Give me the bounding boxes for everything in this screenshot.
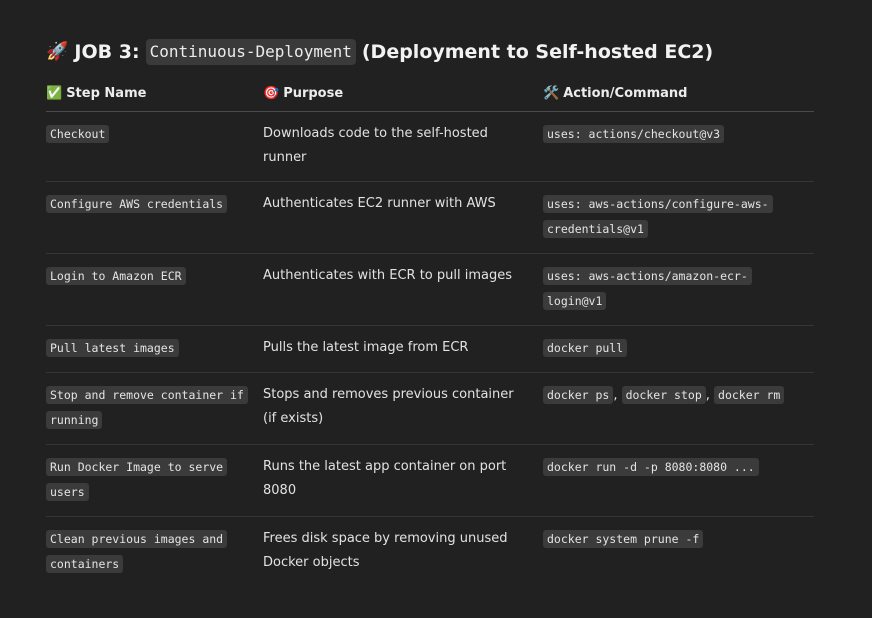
heading-prefix: JOB 3:: [74, 41, 140, 63]
step-name-cell: Checkout: [46, 111, 263, 182]
action-code: docker pull: [543, 339, 628, 357]
action-code: docker stop: [621, 386, 706, 404]
purpose-cell: Downloads code to the self-hosted runner: [263, 111, 543, 182]
action-separator: ,: [705, 388, 715, 403]
table-row: Clean previous images and containers Free…: [46, 517, 814, 589]
action-code: docker run -d -p 8080:8080 ...: [543, 458, 759, 476]
target-icon: 🎯: [263, 86, 280, 101]
step-name-code: Run Docker Image to serve users: [46, 458, 228, 501]
action-code: docker rm: [714, 386, 785, 404]
document-content: 🚀 JOB 3: Continuous-Deployment (Deployme…: [46, 38, 814, 588]
step-name-cell: Login to Amazon ECR: [46, 253, 263, 326]
action-code: uses: aws-actions/configure-aws-credenti…: [543, 195, 773, 238]
action-cell: uses: aws-actions/configure-aws-credenti…: [543, 181, 814, 254]
step-name-code: Checkout: [46, 125, 110, 143]
heading-suffix: (Deployment to Self-hosted EC2): [361, 41, 714, 63]
purpose-cell: Authenticates with ECR to pull images: [263, 253, 543, 326]
table-row: Login to Amazon ECR Authenticates with EC…: [46, 253, 814, 326]
table-row: Run Docker Image to serve users Runs the …: [46, 444, 814, 517]
action-code: uses: aws-actions/amazon-ecr-login@v1: [543, 267, 752, 310]
table-header-row: ✅ Step Name 🎯 Purpose 🛠️ Action/Command: [46, 78, 814, 112]
heading-code: Continuous-Deployment: [145, 39, 356, 65]
action-code: docker ps: [543, 386, 614, 404]
step-name-code: Stop and remove container if running: [46, 386, 248, 429]
rocket-icon: 🚀: [46, 41, 69, 62]
step-name-cell: Clean previous images and containers: [46, 517, 263, 589]
header-step-name: ✅ Step Name: [46, 78, 263, 112]
step-name-code: Clean previous images and containers: [46, 530, 228, 573]
step-name-code: Login to Amazon ECR: [46, 267, 186, 285]
action-cell: uses: aws-actions/amazon-ecr-login@v1: [543, 253, 814, 326]
action-cell: uses: actions/checkout@v3: [543, 111, 814, 182]
header-action-command: 🛠️ Action/Command: [543, 78, 814, 112]
table-row: Checkout Downloads code to the self-hoste…: [46, 111, 814, 182]
step-name-cell: Pull latest images: [46, 325, 263, 373]
table-row: Stop and remove container if running Stop…: [46, 372, 814, 445]
steps-table: ✅ Step Name 🎯 Purpose 🛠️ Action/Command Che…: [46, 78, 814, 588]
step-name-cell: Stop and remove container if running: [46, 372, 263, 445]
step-name-cell: Run Docker Image to serve users: [46, 444, 263, 517]
action-cell: docker run -d -p 8080:8080 ...: [543, 444, 814, 517]
tools-icon: 🛠️: [543, 86, 560, 101]
table-row: Pull latest images Pulls the latest image…: [46, 325, 814, 373]
purpose-cell: Stops and removes previous container (if…: [263, 372, 543, 445]
purpose-cell: Runs the latest app container on port 80…: [263, 444, 543, 517]
purpose-cell: Pulls the latest image from ECR: [263, 325, 543, 373]
purpose-cell: Frees disk space by removing unused Dock…: [263, 531, 508, 570]
action-cell: docker system prune -f: [543, 517, 814, 589]
check-mark-icon: ✅: [46, 86, 63, 101]
step-name-cell: Configure AWS credentials: [46, 181, 263, 254]
section-heading: 🚀 JOB 3: Continuous-Deployment (Deployme…: [46, 38, 814, 66]
action-code: docker system prune -f: [543, 530, 704, 548]
purpose-cell: Authenticates EC2 runner with AWS: [263, 181, 543, 254]
action-cell: docker ps, docker stop, docker rm: [543, 372, 814, 445]
step-name-code: Pull latest images: [46, 339, 179, 357]
table-body: Checkout Downloads code to the self-hoste…: [46, 111, 814, 589]
table-row: Configure AWS credentials Authenticates E…: [46, 181, 814, 254]
action-code: uses: actions/checkout@v3: [543, 125, 725, 143]
step-name-code: Configure AWS credentials: [46, 195, 228, 213]
header-purpose: 🎯 Purpose: [263, 78, 543, 112]
action-separator: ,: [613, 388, 622, 403]
action-cell: docker pull: [543, 325, 814, 373]
